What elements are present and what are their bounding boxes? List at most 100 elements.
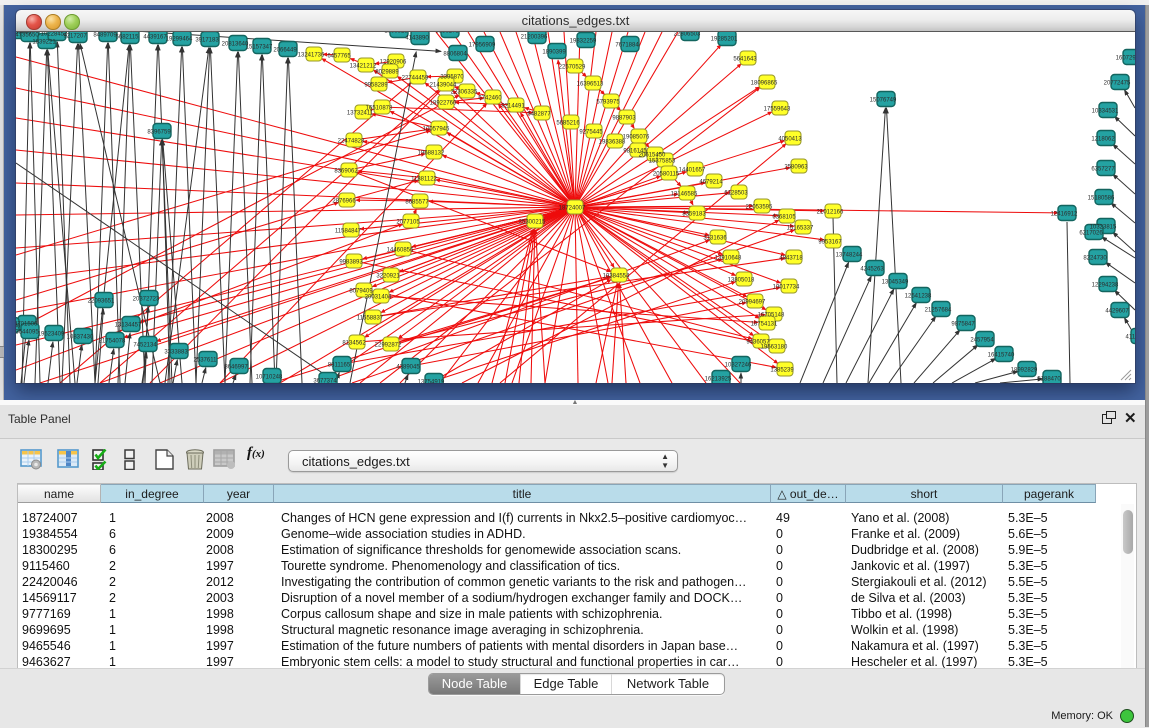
svg-text:5188470: 5188470	[1037, 377, 1061, 383]
svg-text:16415740: 16415740	[988, 353, 1015, 359]
svg-text:8646997: 8646997	[224, 365, 248, 371]
svg-text:18724007: 18724007	[559, 206, 586, 212]
svg-text:4439167: 4439167	[143, 35, 167, 41]
svg-text:3644095: 3644095	[16, 330, 39, 336]
svg-text:13754919: 13754919	[418, 380, 445, 384]
svg-text:1999828: 1999828	[384, 32, 408, 35]
svg-text:7671884: 7671884	[615, 43, 639, 49]
svg-text:22806503: 22806503	[674, 32, 701, 38]
svg-text:18754131: 18754131	[751, 322, 778, 328]
svg-text:19832259: 19832259	[570, 39, 597, 45]
svg-text:8811165: 8811165	[328, 363, 351, 369]
svg-text:6368105: 6368105	[772, 215, 796, 221]
svg-text:11881122: 11881122	[411, 177, 437, 183]
svg-text:15375853: 15375853	[649, 159, 676, 165]
svg-text:14460856: 14460856	[387, 248, 414, 254]
svg-text:22474828: 22474828	[338, 139, 365, 145]
svg-text:9275445: 9275445	[579, 130, 603, 136]
svg-text:8029889: 8029889	[375, 70, 399, 76]
svg-text:22744459: 22744459	[402, 76, 429, 82]
svg-text:3395870: 3395870	[440, 75, 464, 81]
svg-text:9953167: 9953167	[818, 240, 842, 246]
svg-text:5641643: 5641643	[733, 57, 757, 63]
svg-text:6128503: 6128503	[724, 191, 748, 197]
svg-text:6457765: 6457765	[327, 54, 351, 60]
svg-text:12416912: 12416912	[1051, 212, 1078, 218]
svg-text:22306335: 22306335	[451, 90, 478, 96]
svg-text:19523409: 19523409	[38, 332, 65, 338]
svg-text:10327246: 10327246	[725, 363, 752, 369]
svg-text:8396759: 8396759	[147, 130, 171, 136]
svg-text:21439044: 21439044	[430, 83, 457, 89]
svg-text:2537611: 2537611	[194, 358, 218, 364]
svg-text:20772475: 20772475	[1104, 81, 1131, 87]
svg-text:10837430: 10837430	[67, 335, 94, 341]
svg-text:19563180: 19563180	[761, 345, 788, 351]
svg-text:11558837: 11558837	[357, 316, 384, 322]
svg-text:4143890: 4143890	[405, 36, 429, 42]
svg-text:25300215: 25300215	[519, 220, 546, 226]
svg-text:13146585: 13146585	[671, 192, 698, 198]
svg-text:20031404: 20031404	[365, 295, 392, 301]
svg-text:4735650: 4735650	[16, 33, 39, 39]
svg-text:2457954: 2457954	[970, 338, 994, 344]
svg-text:8489709: 8489709	[93, 33, 117, 39]
svg-text:2077105: 2077105	[396, 220, 420, 226]
svg-text:5793975: 5793975	[596, 100, 620, 106]
svg-text:6357277: 6357277	[1091, 167, 1115, 173]
svg-text:8806804: 8806804	[443, 52, 467, 58]
svg-text:19688132: 19688132	[418, 151, 445, 157]
svg-text:22992872: 22992872	[375, 343, 402, 349]
svg-text:4050413: 4050413	[778, 137, 802, 143]
svg-text:8369062: 8369062	[334, 169, 358, 175]
svg-text:1839221: 1839221	[32, 40, 56, 46]
svg-text:6482877: 6482877	[527, 112, 551, 118]
svg-text:2876966: 2876966	[332, 199, 356, 205]
svg-text:22053595: 22053595	[746, 205, 773, 211]
svg-text:21257684: 21257684	[925, 308, 952, 314]
svg-text:16213925: 16213925	[705, 377, 732, 383]
svg-text:9958289: 9958289	[364, 83, 388, 89]
svg-text:11584847: 11584847	[335, 229, 362, 235]
svg-text:8359183: 8359183	[682, 212, 706, 218]
svg-text:4429607: 4429607	[1105, 309, 1129, 315]
svg-text:4245263: 4245263	[860, 267, 884, 273]
svg-text:3131636: 3131636	[703, 236, 727, 242]
svg-text:13748244: 13748244	[836, 253, 863, 259]
svg-text:10710248: 10710248	[256, 375, 283, 381]
svg-text:12920906: 12920906	[380, 60, 407, 66]
svg-text:21200396: 21200396	[521, 35, 548, 41]
svg-text:12294238: 12294238	[1092, 283, 1119, 289]
svg-text:20580115: 20580115	[653, 172, 680, 178]
svg-text:10334531: 10334531	[1092, 109, 1119, 115]
svg-text:8685577: 8685577	[405, 200, 429, 206]
svg-text:9983893: 9983893	[339, 260, 363, 266]
svg-text:5682115: 5682115	[116, 35, 140, 41]
svg-text:1890399: 1890399	[542, 50, 566, 56]
svg-text:2066449: 2066449	[273, 48, 297, 54]
svg-text:17956909: 17956909	[469, 43, 496, 49]
svg-text:1218062: 1218062	[1091, 137, 1115, 143]
svg-text:14401657: 14401657	[679, 168, 706, 174]
svg-text:22093651: 22093651	[88, 299, 115, 305]
svg-text:6217026: 6217026	[1079, 231, 1103, 237]
svg-text:13805018: 13805018	[728, 278, 755, 284]
svg-text:16072954: 16072954	[1116, 56, 1135, 62]
svg-text:19299464: 19299464	[166, 37, 193, 43]
svg-text:19017734: 19017734	[773, 285, 800, 291]
svg-text:18922760: 18922760	[430, 101, 457, 107]
svg-text:15165337: 15165337	[787, 226, 814, 232]
svg-text:7452134: 7452134	[133, 343, 157, 349]
svg-text:13421212: 13421212	[350, 64, 377, 70]
svg-text:22330030: 22330030	[16, 324, 21, 330]
svg-text:4843718: 4843718	[779, 256, 803, 262]
svg-text:13732411: 13732411	[347, 111, 374, 117]
svg-text:9887903: 9887903	[612, 116, 636, 122]
svg-text:13134457: 13134457	[115, 323, 142, 329]
svg-text:9875847: 9875847	[951, 322, 975, 328]
svg-text:15157347: 15157347	[246, 45, 273, 51]
svg-text:13910648: 13910648	[715, 256, 742, 262]
svg-text:16396513: 16396513	[577, 82, 604, 88]
svg-text:13045349: 13045349	[882, 280, 909, 286]
svg-text:18096865: 18096865	[751, 81, 778, 87]
